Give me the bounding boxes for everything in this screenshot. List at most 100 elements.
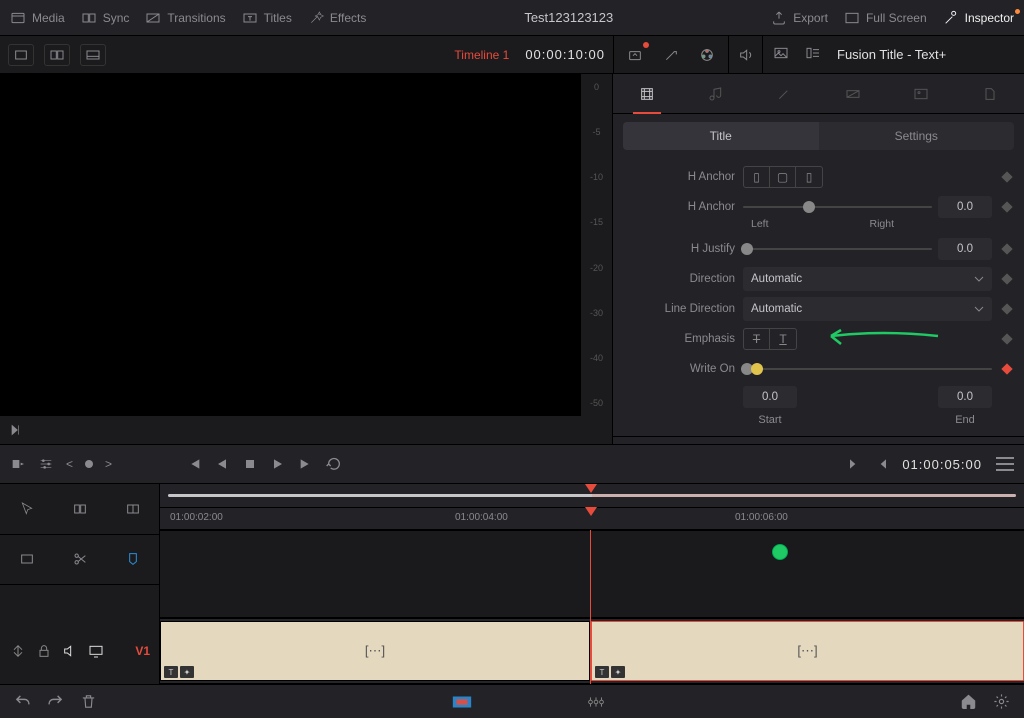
blade-tool[interactable] xyxy=(65,545,95,573)
next-marker-icon[interactable] xyxy=(8,422,24,438)
media-button[interactable]: Media xyxy=(10,10,65,26)
view-mode-2-button[interactable] xyxy=(44,44,70,66)
color-button[interactable] xyxy=(696,44,718,66)
effects-tab[interactable] xyxy=(764,74,804,114)
h-justify-value[interactable]: 0.0 xyxy=(938,238,992,260)
file-tab[interactable] xyxy=(970,74,1010,114)
effects-button[interactable]: Effects xyxy=(308,10,366,26)
keyframe-button[interactable] xyxy=(1000,200,1014,214)
slider-thumb[interactable] xyxy=(803,201,815,213)
prev-clip-icon[interactable] xyxy=(874,456,890,472)
blade-tool-2[interactable] xyxy=(118,495,148,523)
h-anchor-slider[interactable] xyxy=(743,206,932,208)
video-tab[interactable] xyxy=(627,74,667,114)
writeon-end-value[interactable]: 0.0 xyxy=(938,386,992,408)
loop-icon[interactable] xyxy=(326,456,342,472)
bypass-fusion-button[interactable] xyxy=(624,44,646,66)
undo-icon[interactable] xyxy=(14,693,31,710)
writeon-end-thumb[interactable] xyxy=(751,363,763,375)
project-title: Test123123123 xyxy=(366,10,771,25)
timeline-tracks[interactable]: [⋯] T✦ [⋯] T✦ V1 xyxy=(160,530,1024,684)
fullscreen-button[interactable]: Full Screen xyxy=(844,10,927,26)
sync-button[interactable]: Sync xyxy=(81,10,130,26)
slider-thumb[interactable] xyxy=(741,243,753,255)
record-dot-icon[interactable] xyxy=(85,460,93,468)
line-direction-dropdown[interactable]: Automatic xyxy=(743,297,992,321)
monitor-icon[interactable] xyxy=(88,643,104,659)
audio-db-ruler: 0 -5 -10 -15 -20 -30 -40 -50 xyxy=(580,74,612,416)
audio-mute-button[interactable] xyxy=(735,44,757,66)
marker-tool[interactable] xyxy=(118,545,148,573)
export-button[interactable]: Export xyxy=(771,10,828,26)
fullscreen-icon xyxy=(844,10,860,26)
audio-tab[interactable] xyxy=(696,74,736,114)
stop-icon[interactable] xyxy=(242,456,258,472)
clip-list-button[interactable] xyxy=(805,45,825,65)
track-label[interactable]: V1 xyxy=(135,644,150,658)
source-timecode[interactable]: 00:00:10:00 xyxy=(525,47,605,62)
last-frame-icon[interactable] xyxy=(298,456,314,472)
playhead[interactable] xyxy=(590,530,591,684)
keyframe-button[interactable] xyxy=(1000,170,1014,184)
insert-mode-icon[interactable] xyxy=(10,456,26,472)
transitions-button[interactable]: Transitions xyxy=(145,10,225,26)
underline-icon[interactable]: T xyxy=(770,329,796,349)
first-frame-icon[interactable] xyxy=(186,456,202,472)
snap-tool[interactable] xyxy=(12,545,42,573)
titles-button[interactable]: Titles xyxy=(242,10,292,26)
video-track-1[interactable]: [⋯] T✦ [⋯] T✦ xyxy=(160,618,1024,684)
keyframe-button[interactable] xyxy=(1000,332,1014,346)
direction-label: Direction xyxy=(623,273,735,285)
top-toolbar: Media Sync Transitions Titles Effects Te… xyxy=(0,0,1024,36)
keyframe-button[interactable] xyxy=(1000,302,1014,316)
anchor-center-icon[interactable]: ▢ xyxy=(770,167,796,187)
cut-page-icon[interactable] xyxy=(451,693,473,711)
h-anchor-toggle[interactable]: ▯ ▢ ▯ xyxy=(743,166,823,188)
transition-tab[interactable] xyxy=(833,74,873,114)
keyframe-button[interactable] xyxy=(1000,242,1014,256)
timeline-name[interactable]: Timeline 1 xyxy=(454,48,509,62)
timeline-menu-button[interactable] xyxy=(996,457,1014,471)
play-reverse-icon[interactable] xyxy=(214,456,230,472)
anchor-right-icon[interactable]: ▯ xyxy=(796,167,822,187)
lock-icon[interactable] xyxy=(36,643,52,659)
title-segment[interactable]: Title xyxy=(623,122,819,150)
image-tab[interactable] xyxy=(901,74,941,114)
direction-dropdown[interactable]: Automatic xyxy=(743,267,992,291)
empty-track-area[interactable] xyxy=(160,530,1024,618)
inspector-button[interactable]: Inspector xyxy=(943,10,1014,26)
view-mode-3-button[interactable] xyxy=(80,44,106,66)
select-tool[interactable] xyxy=(12,495,42,523)
redo-icon[interactable] xyxy=(47,693,64,710)
view-mode-1-button[interactable] xyxy=(8,44,34,66)
clip-thumb-button[interactable] xyxy=(773,45,793,65)
writeon-start-value[interactable]: 0.0 xyxy=(743,386,797,408)
viewer-canvas[interactable] xyxy=(0,74,580,416)
clip-2-selected[interactable]: [⋯] T✦ xyxy=(591,621,1024,681)
next-clip-icon[interactable] xyxy=(846,456,862,472)
home-icon[interactable] xyxy=(960,693,977,710)
settings-sliders-icon[interactable] xyxy=(38,456,54,472)
wand-button[interactable] xyxy=(660,44,682,66)
edit-page-icon[interactable] xyxy=(585,693,607,711)
expand-track-icon[interactable] xyxy=(10,643,26,659)
strikethrough-icon[interactable]: T xyxy=(744,329,770,349)
speaker-icon[interactable] xyxy=(62,643,78,659)
emphasis-toggle[interactable]: T T xyxy=(743,328,797,350)
play-icon[interactable] xyxy=(270,456,286,472)
h-anchor-value[interactable]: 0.0 xyxy=(938,196,992,218)
playhead-timecode[interactable]: 01:00:05:00 xyxy=(902,457,982,472)
anchor-left-icon[interactable]: ▯ xyxy=(744,167,770,187)
keyframe-button[interactable] xyxy=(1000,272,1014,286)
settings-segment[interactable]: Settings xyxy=(819,122,1015,150)
clip-1[interactable]: [⋯] T✦ xyxy=(160,621,590,681)
writeon-slider[interactable] xyxy=(743,368,992,370)
timeline-main[interactable]: 01:00:02:00 01:00:04:00 01:00:06:00 [⋯] … xyxy=(160,484,1024,684)
trash-icon[interactable] xyxy=(80,693,97,710)
trim-tool[interactable] xyxy=(65,495,95,523)
tab-spacing-section[interactable]: Tab Spacing xyxy=(613,436,1024,444)
gear-icon[interactable] xyxy=(993,693,1010,710)
wand-icon xyxy=(663,47,679,63)
h-justify-slider[interactable] xyxy=(743,248,932,250)
keyframe-button-active[interactable] xyxy=(1000,362,1014,376)
